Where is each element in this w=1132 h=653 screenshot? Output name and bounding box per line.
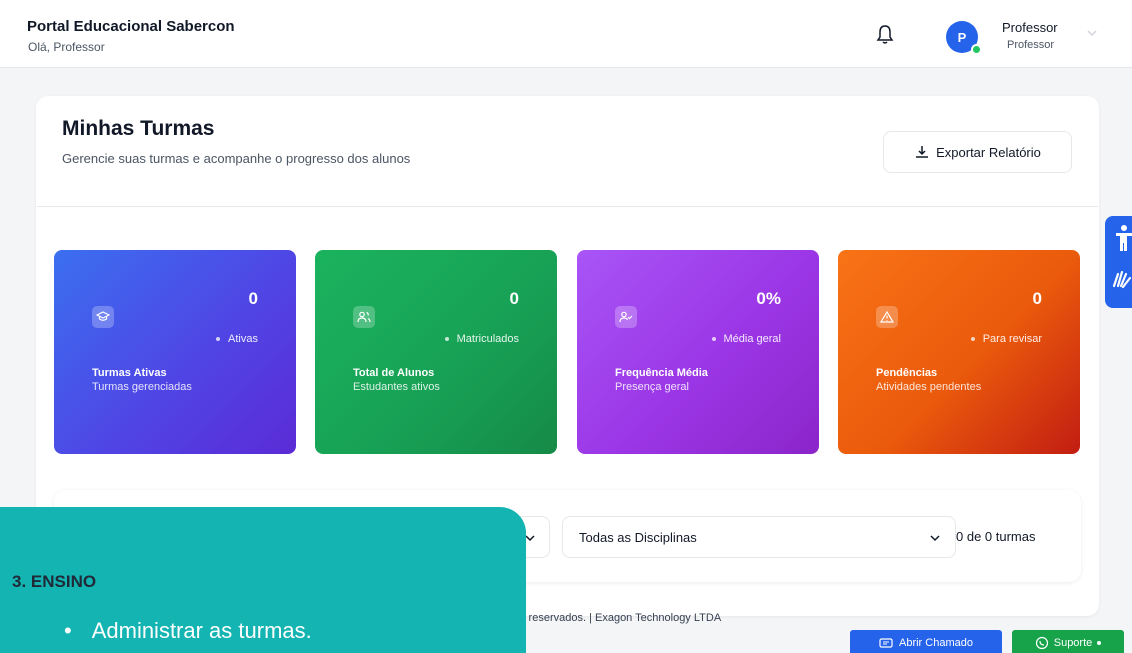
stat-value: 0 (1032, 289, 1042, 308)
user-check-icon (615, 306, 637, 328)
portal-title: Portal Educacional Sabercon (27, 18, 235, 35)
open-ticket-button[interactable]: Abrir Chamado (850, 630, 1002, 653)
download-icon (916, 146, 929, 158)
support-online-dot (1097, 641, 1102, 645)
graduation-cap-icon (92, 306, 114, 328)
stat-description: Atividades pendentes (876, 381, 982, 393)
user-name[interactable]: Professor (1002, 20, 1058, 35)
users-icon (353, 306, 375, 328)
sign-language-icon[interactable] (1110, 266, 1132, 290)
export-report-button[interactable]: Exportar Relatório (883, 131, 1072, 173)
chevron-down-icon (930, 535, 940, 542)
user-role: Professor (1007, 39, 1055, 51)
export-report-label: Exportar Relatório (936, 144, 1041, 160)
greeting-text: Olá, Professor (28, 40, 105, 54)
accessibility-icon[interactable] (1112, 224, 1132, 252)
stat-card-pendencias: 0 Para revisar Pendências Atividades pen… (838, 250, 1080, 454)
stat-description: Turmas gerenciadas (92, 381, 192, 393)
stat-description: Presença geral (615, 381, 689, 393)
results-count: 0 de 0 turmas (956, 529, 1036, 544)
open-ticket-label: Abrir Chamado (899, 637, 973, 649)
whatsapp-icon (1035, 636, 1048, 650)
online-status-dot (971, 44, 982, 55)
stat-value: 0 (248, 289, 258, 308)
page-title: Minhas Turmas (62, 117, 215, 140)
footer-copyright: s reservados. | Exagon Technology LTDA (520, 612, 722, 624)
stat-label: Frequência Média (615, 367, 708, 379)
stat-card-frequencia-media: 0% Média geral Frequência Média Presença… (577, 250, 819, 454)
page-subtitle: Gerencie suas turmas e acompanhe o progr… (62, 151, 411, 166)
overlay-heading: 3. ENSINO (12, 572, 97, 591)
bell-icon[interactable] (876, 24, 894, 46)
header-divider (37, 206, 1098, 207)
stat-description: Estudantes ativos (353, 381, 440, 393)
stat-badge: Matriculados (444, 333, 519, 345)
stat-label: Pendências (876, 367, 938, 379)
stat-badge: Para revisar (970, 333, 1042, 345)
stat-badge: Média geral (711, 333, 781, 345)
warning-icon (876, 306, 898, 328)
stat-value: 0 (509, 289, 519, 308)
chevron-down-icon[interactable] (1086, 28, 1098, 38)
stat-badge: Ativas (216, 333, 258, 345)
discipline-select-value: Todas as Disciplinas (579, 530, 697, 545)
stat-value: 0% (756, 289, 781, 308)
stat-label: Turmas Ativas (92, 367, 167, 379)
stat-card-turmas-ativas: 0 Ativas Turmas Ativas Turmas gerenciada… (54, 250, 296, 454)
stat-card-total-alunos: 0 Matriculados Total de Alunos Estudante… (315, 250, 557, 454)
discipline-filter-select[interactable]: Todas as Disciplinas (562, 516, 956, 558)
overlay-list-item: • Administrar as turmas. (64, 618, 312, 643)
stat-label: Total de Alunos (353, 367, 435, 379)
ticket-icon (879, 638, 893, 648)
support-button[interactable]: Suporte (1012, 630, 1124, 653)
support-label: Suporte (1053, 637, 1093, 649)
